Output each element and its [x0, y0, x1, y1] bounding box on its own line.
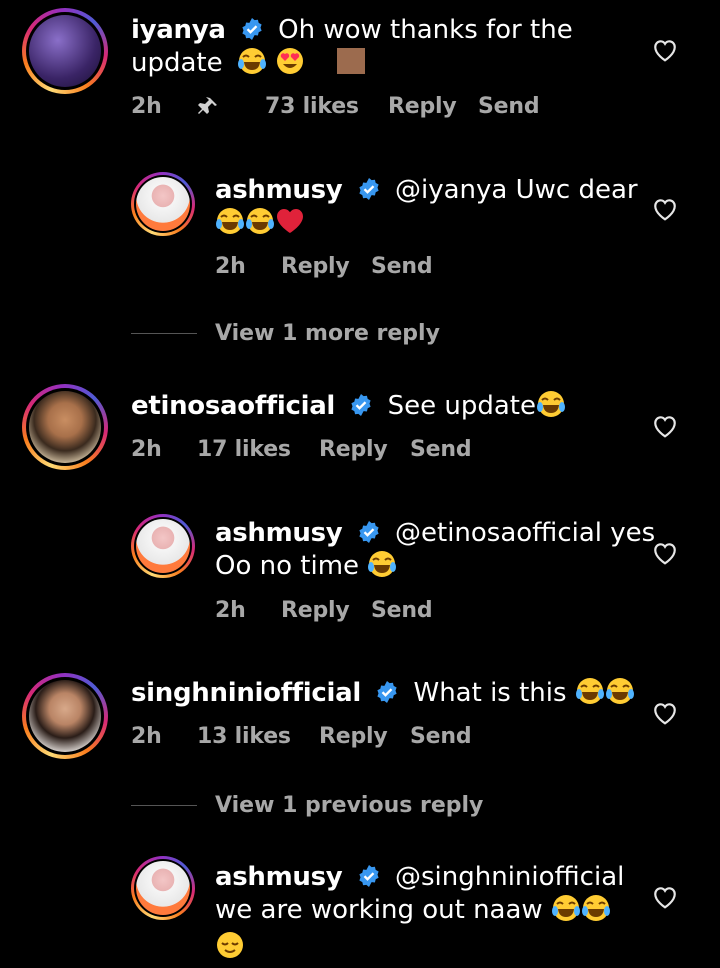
likes-count[interactable]: 17 likes	[197, 437, 291, 462]
laughing-emoji-icon	[605, 677, 635, 714]
red-heart-emoji-icon	[275, 207, 305, 244]
comment-body: Oh wow thanks for the	[278, 15, 573, 45]
comment-text: ashmusy @etinosaofficial yes Oo no time	[215, 517, 655, 587]
username[interactable]: singhniniofficial	[131, 678, 361, 708]
laughing-emoji-icon	[215, 207, 245, 244]
view-previous-replies-button[interactable]: View 1 previous reply	[131, 793, 484, 818]
comment-meta: 2h 17 likes Reply Send	[131, 437, 531, 465]
brown-square-emoji-icon	[335, 47, 367, 84]
comment-body-line2: we are working out naaw	[215, 895, 543, 925]
avatar[interactable]	[22, 384, 108, 470]
view-more-label: View 1 more reply	[215, 321, 440, 346]
reply-button[interactable]: Reply	[319, 724, 388, 749]
like-heart-icon[interactable]	[652, 701, 678, 725]
username[interactable]: iyanya	[131, 15, 226, 45]
send-button[interactable]: Send	[410, 437, 472, 462]
avatar[interactable]	[131, 514, 195, 578]
comment-text: iyanya Oh wow thanks for the update	[131, 14, 573, 84]
avatar[interactable]	[22, 8, 108, 94]
timestamp: 2h	[131, 724, 162, 749]
avatar[interactable]	[131, 856, 195, 920]
comment-body: @etinosaofficial yes	[395, 518, 656, 548]
username[interactable]: ashmusy	[215, 175, 343, 205]
laughing-emoji-icon	[536, 390, 566, 427]
comment-body: @singhniniofficial	[395, 862, 625, 892]
laughing-emoji-icon	[581, 894, 611, 931]
comment-text: ashmusy @singhniniofficial we are workin…	[215, 861, 624, 968]
view-more-replies-button[interactable]: View 1 more reply	[131, 321, 440, 346]
pin-icon	[197, 96, 219, 124]
verified-badge-icon	[359, 178, 379, 200]
send-button[interactable]: Send	[371, 254, 433, 279]
comment-meta: 2h 73 likes Reply Send	[131, 94, 581, 122]
likes-count[interactable]: 73 likes	[265, 94, 359, 119]
send-button[interactable]: Send	[478, 94, 540, 119]
like-heart-icon[interactable]	[652, 541, 678, 565]
avatar[interactable]	[22, 673, 108, 759]
laughing-emoji-icon	[245, 207, 275, 244]
verified-badge-icon	[351, 394, 371, 416]
comment-meta: 2h Reply Send	[215, 254, 515, 282]
laughing-emoji-icon	[575, 677, 605, 714]
comment-text: singhniniofficial What is this	[131, 677, 635, 714]
comment-meta: 2h Reply Send	[215, 598, 515, 626]
username[interactable]: ashmusy	[215, 518, 343, 548]
comment-body-line2: Oo no time	[215, 551, 360, 581]
comment-body: @iyanya Uwc dear	[395, 175, 638, 205]
reply-button[interactable]: Reply	[319, 437, 388, 462]
send-button[interactable]: Send	[410, 724, 472, 749]
verified-badge-icon	[377, 681, 397, 703]
like-heart-icon[interactable]	[652, 38, 678, 62]
comment-body-line2: update	[131, 48, 223, 78]
send-button[interactable]: Send	[371, 598, 433, 623]
like-heart-icon[interactable]	[652, 197, 678, 221]
comment-meta: 2h 13 likes Reply Send	[131, 724, 531, 752]
reply-button[interactable]: Reply	[281, 254, 350, 279]
username[interactable]: etinosaofficial	[131, 391, 335, 421]
like-heart-icon[interactable]	[652, 885, 678, 909]
reply-button[interactable]: Reply	[281, 598, 350, 623]
view-previous-label: View 1 previous reply	[215, 793, 484, 818]
comment-body: What is this	[413, 678, 567, 708]
verified-badge-icon	[359, 865, 379, 887]
like-heart-icon[interactable]	[652, 414, 678, 438]
avatar[interactable]	[131, 172, 195, 236]
comment-body: See update	[387, 391, 536, 421]
timestamp: 2h	[131, 437, 162, 462]
laughing-emoji-icon	[367, 550, 397, 587]
username[interactable]: ashmusy	[215, 862, 343, 892]
laughing-emoji-icon	[237, 47, 267, 84]
divider	[131, 333, 197, 334]
reply-button[interactable]: Reply	[388, 94, 457, 119]
verified-badge-icon	[242, 18, 262, 40]
timestamp: 2h	[215, 598, 246, 623]
comment-text: etinosaofficial See update	[131, 390, 566, 427]
timestamp: 2h	[215, 254, 246, 279]
verified-badge-icon	[359, 521, 379, 543]
divider	[131, 805, 197, 806]
comment-text: ashmusy @iyanya Uwc dear	[215, 174, 638, 244]
likes-count[interactable]: 13 likes	[197, 724, 291, 749]
heart-eyes-emoji-icon	[275, 47, 305, 84]
timestamp: 2h	[131, 94, 162, 119]
laughing-emoji-icon	[551, 894, 581, 931]
